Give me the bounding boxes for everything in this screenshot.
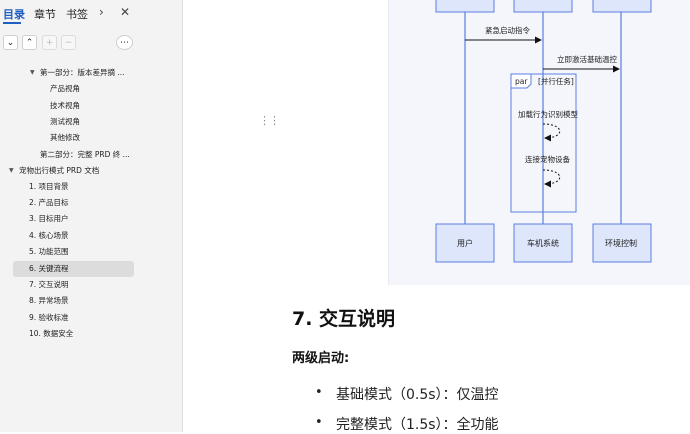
toc-item[interactable]: 10. 数据安全 (29, 326, 73, 342)
toc-item[interactable]: 3. 目标用户 (29, 211, 69, 227)
more-icon: ⋯ (120, 38, 129, 48)
sequence-diagram: 紧急启动指令 立即激活基础温控 par [并行任务] 加载行为识别模型 连接宠物… (388, 0, 690, 285)
toc-item[interactable]: 1. 项目背景 (29, 179, 69, 195)
tab-toc[interactable]: 目录 (3, 6, 25, 22)
par-label: par (515, 77, 528, 86)
toc-item[interactable]: 其他修改 (50, 130, 80, 146)
bullet-item: 基础模式（0.5s）：仅温控 (336, 387, 499, 403)
more-button[interactable]: ⋯ (116, 35, 133, 50)
expand-up-button[interactable]: ⌃ (22, 35, 37, 50)
drag-handle-icon[interactable]: ⋮⋮ (259, 114, 280, 127)
message-label: 立即激活基础温控 (557, 54, 617, 64)
participant-label: 用户 (457, 238, 473, 248)
participant-label: 环境控制 (605, 238, 637, 248)
message-label: 紧急启动指令 (485, 25, 530, 35)
bullet-dot: • (315, 415, 323, 430)
toc-item[interactable]: 9. 验收标准 (29, 310, 69, 326)
self-call-arrow (542, 123, 561, 142)
participant-label: 车机系统 (527, 238, 559, 248)
participant-box-top (435, 0, 495, 13)
toc-item[interactable]: 7. 交互说明 (29, 277, 69, 293)
self-call-arrow (542, 169, 561, 188)
toc-item[interactable]: 技术视角 (50, 98, 80, 114)
toc-toolbar: ⌄ ⌃ + − ⋯ (0, 35, 183, 55)
toc-item[interactable]: 测试视角 (50, 114, 80, 130)
self-call-label: 加载行为识别模型 (518, 109, 578, 119)
toc-item[interactable]: 2. 产品目标 (29, 195, 69, 211)
chevron-up-icon: ⌃ (25, 38, 34, 48)
add-button[interactable]: + (42, 35, 57, 50)
chevron-down-icon: ⌄ (6, 38, 15, 48)
collapse-all-button[interactable]: ⌄ (3, 35, 18, 50)
sidebar-tabs: 目录 章节 书签 › ✕ (0, 0, 183, 26)
tab-active-indicator (3, 22, 21, 24)
participant-box-top (592, 0, 652, 13)
plus-icon: + (45, 38, 54, 48)
minus-icon: − (64, 38, 73, 48)
section-subheading: 两级启动: (292, 351, 350, 366)
participant-box-top (513, 0, 573, 13)
sequence-diagram-canvas: 紧急启动指令 立即激活基础温控 par [并行任务] 加载行为识别模型 连接宠物… (435, 0, 652, 263)
toc-item[interactable]: 产品视角 (50, 81, 80, 97)
par-title: [并行任务] (538, 76, 574, 86)
tab-chapters[interactable]: 章节 (34, 6, 56, 22)
bullet-item: 完整模式（1.5s）：全功能 (336, 417, 499, 433)
toc-item[interactable]: 第二部分：完整 PRD 终 ... (40, 147, 130, 163)
toc-item-selected[interactable]: 6. 关键流程 (13, 261, 134, 277)
toc-item[interactable]: 4. 核心场景 (29, 228, 69, 244)
sidebar: 目录 章节 书签 › ✕ ⌄ ⌃ + − ⋯ ▼ 第一部分：版本差异摘 ... 产… (0, 0, 183, 432)
toc-item[interactable]: 8. 异常场景 (29, 293, 69, 309)
close-icon[interactable]: ✕ (120, 5, 130, 19)
self-call-label: 连接宠物设备 (525, 154, 570, 164)
bullet-dot: • (315, 385, 323, 400)
section-heading: 7. 交互说明 (292, 308, 396, 330)
toc-item[interactable]: 5. 功能范围 (29, 244, 69, 260)
remove-button[interactable]: − (61, 35, 76, 50)
tab-bookmarks[interactable]: 书签 (66, 6, 88, 22)
caret-down-icon[interactable]: ▼ (30, 65, 35, 81)
caret-down-icon[interactable]: ▼ (9, 163, 14, 179)
chevron-right-icon[interactable]: › (99, 5, 104, 19)
